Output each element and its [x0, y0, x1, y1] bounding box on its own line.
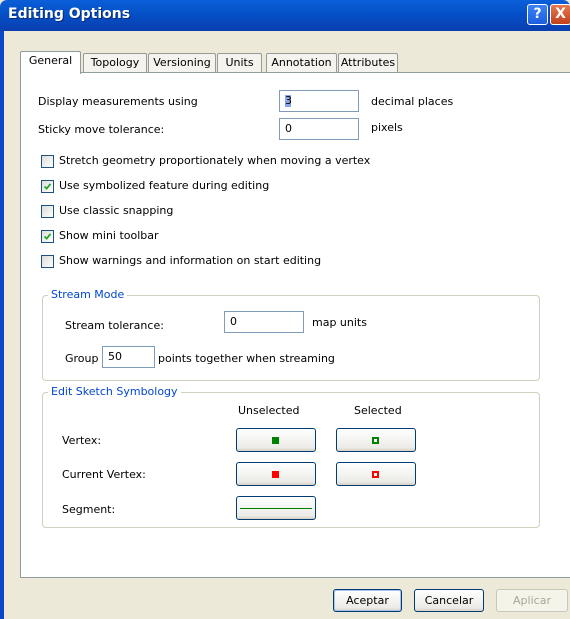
window-title: Editing Options [8, 6, 131, 22]
symbolized-feature-label: Use symbolized feature during editing [59, 179, 270, 192]
editing-options-dialog: Editing Options ? X General Topology Ver… [0, 0, 570, 619]
stretch-geometry-checkbox[interactable] [41, 155, 54, 168]
stretch-geometry-label: Stretch geometry proportionately when mo… [59, 154, 371, 167]
mini-toolbar-checkbox[interactable] [41, 230, 54, 243]
edit-sketch-symbology-group: Edit Sketch Symbology Unselected Selecte… [42, 385, 540, 528]
ok-button[interactable]: Aceptar [333, 589, 402, 612]
tab-attributes[interactable]: Attributes [338, 53, 398, 72]
tab-units[interactable]: Units [217, 53, 262, 72]
classic-snapping-checkbox[interactable] [41, 205, 54, 218]
current-vertex-selected-swatch [372, 471, 379, 478]
vertex-unselected-symbol-button[interactable] [236, 428, 316, 452]
segment-label: Segment: [62, 503, 116, 516]
decimal-places-input[interactable]: 3 [279, 90, 359, 112]
symbolized-feature-checkbox[interactable] [41, 180, 54, 193]
selected-column-header: Selected [354, 404, 402, 417]
current-vertex-label: Current Vertex: [62, 468, 146, 481]
vertex-label: Vertex: [62, 434, 102, 447]
help-icon[interactable]: ? [527, 4, 548, 25]
points-together-label: points together when streaming [158, 352, 335, 365]
group-label: Group [65, 352, 99, 365]
tab-general[interactable]: General [20, 51, 81, 74]
vertex-selected-swatch [372, 437, 379, 444]
map-units-label: map units [312, 316, 367, 329]
vertex-selected-symbol-button[interactable] [336, 428, 416, 452]
segment-line-swatch [240, 508, 312, 509]
unselected-column-header: Unselected [238, 404, 300, 417]
stream-mode-group: Stream Mode Stream tolerance: 0 map unit… [42, 288, 540, 381]
checkmark-icon [43, 183, 52, 190]
close-icon[interactable]: X [550, 4, 570, 25]
sticky-move-input[interactable]: 0 [279, 118, 359, 140]
current-vertex-unselected-swatch [272, 471, 279, 478]
window-border [0, 31, 4, 619]
display-measurements-label: Display measurements using [38, 95, 198, 108]
current-vertex-selected-symbol-button[interactable] [336, 462, 416, 486]
start-editing-warnings-label: Show warnings and information on start e… [59, 254, 322, 267]
vertex-unselected-swatch [272, 437, 279, 444]
general-tab-panel: Display measurements using 3 decimal pla… [20, 72, 570, 578]
pixels-label: pixels [371, 121, 403, 134]
sticky-move-label: Sticky move tolerance: [38, 123, 165, 136]
start-editing-warnings-checkbox[interactable] [41, 255, 54, 268]
classic-snapping-label: Use classic snapping [59, 204, 174, 217]
stream-tolerance-label: Stream tolerance: [65, 319, 164, 332]
tab-versioning[interactable]: Versioning [148, 53, 216, 72]
edit-sketch-symbology-legend: Edit Sketch Symbology [48, 385, 181, 398]
tab-topology[interactable]: Topology [83, 53, 147, 72]
current-vertex-unselected-symbol-button[interactable] [236, 462, 316, 486]
stream-mode-legend: Stream Mode [48, 288, 128, 301]
decimal-places-label: decimal places [371, 95, 454, 108]
stream-tolerance-input[interactable]: 0 [224, 311, 304, 333]
group-points-input[interactable]: 50 [102, 346, 155, 368]
segment-symbol-button[interactable] [236, 496, 316, 520]
tab-annotation[interactable]: Annotation [266, 53, 337, 72]
checkmark-icon [43, 233, 52, 240]
cancel-button[interactable]: Cancelar [414, 589, 484, 612]
mini-toolbar-label: Show mini toolbar [59, 229, 159, 242]
title-bar[interactable]: Editing Options ? X [0, 0, 570, 31]
apply-button[interactable]: Aplicar [496, 589, 568, 612]
